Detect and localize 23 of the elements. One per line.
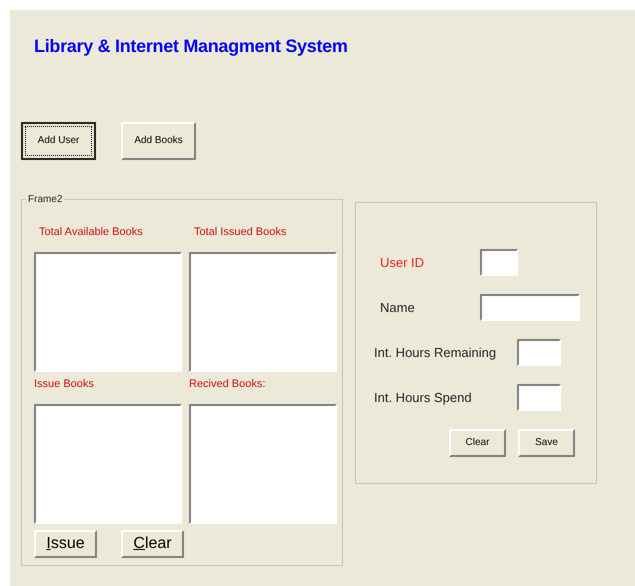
app-title: Library & Internet Managment System [34,36,349,58]
field-label: User ID [379,254,426,272]
list-label: Total Available Books [38,224,144,240]
input-field[interactable] [517,384,561,411]
list-label: Recived Books: [189,376,266,392]
field-label: Int. Hours Remaining [374,344,498,362]
toolbar-button[interactable]: Add Books [121,122,196,160]
panel-button[interactable]: Save [518,428,575,457]
list-box[interactable] [34,252,182,372]
action-button[interactable]: Issue [34,530,97,558]
field-label: Name [379,298,416,317]
field-label: Int. Hours Spend [374,388,473,407]
input-field[interactable] [517,338,561,366]
action-button[interactable]: Clear [121,530,184,558]
list-label: Total Issued Books [193,224,288,240]
toolbar-button[interactable]: Add User [21,122,96,160]
input-field[interactable] [480,248,518,276]
input-field[interactable] [480,294,580,321]
list-box[interactable] [34,404,182,524]
list-box[interactable] [189,252,337,372]
list-box[interactable] [189,404,337,524]
list-label: Issue Books [34,376,95,392]
panel-button[interactable]: Clear [449,428,506,457]
